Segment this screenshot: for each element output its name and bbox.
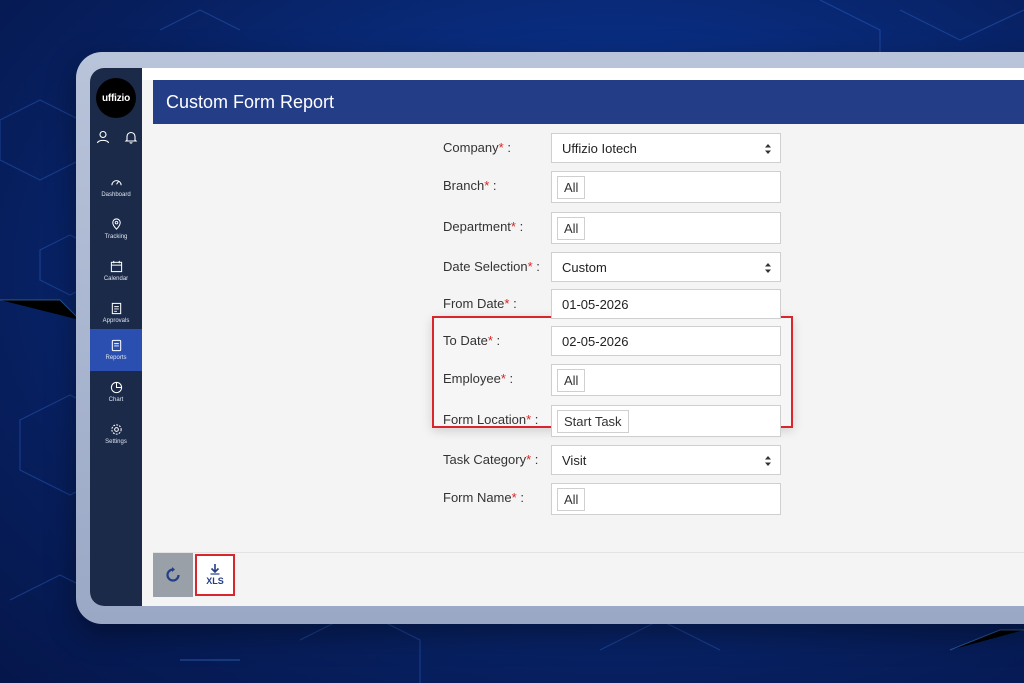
company-value: Uffizio Iotech	[562, 140, 637, 156]
sidebar-item-calendar[interactable]: Calendar	[90, 250, 142, 292]
form-location-multiselect[interactable]: Start Task	[551, 405, 781, 437]
dashboard-icon	[110, 180, 122, 186]
form-row-form-name: Form Name* : All	[153, 483, 1024, 515]
form-name-chip[interactable]: All	[557, 487, 586, 511]
department-label: Department* :	[443, 219, 524, 234]
xls-label: XLS	[206, 576, 224, 586]
reports-icon	[111, 339, 121, 352]
form-row-task-category: Task Category* : Visit	[153, 445, 1024, 475]
app-logo[interactable]: uffizio	[96, 78, 136, 118]
form-row-branch: Branch* : All	[153, 171, 1024, 203]
sidebar-top-icons	[96, 130, 138, 144]
sidebar-item-label: Settings	[105, 439, 127, 445]
sidebar-item-label: Reports	[105, 355, 127, 361]
report-footer: XLS	[153, 552, 1024, 606]
refresh-button[interactable]	[153, 553, 193, 597]
chart-icon	[110, 381, 122, 394]
date-selection-value: Custom	[562, 259, 607, 275]
page-title: Custom Form Report	[166, 91, 335, 112]
sidebar-item-settings[interactable]: Settings	[90, 413, 142, 455]
date-selection-select[interactable]: Custom	[551, 252, 781, 282]
task-category-value: Visit	[562, 452, 587, 468]
branch-multiselect[interactable]: All	[551, 171, 781, 203]
form-name-multiselect[interactable]: All	[551, 483, 781, 515]
settings-icon	[110, 424, 122, 435]
form-row-date-selection: Date Selection* : Custom	[153, 252, 1024, 282]
branch-chip[interactable]: All	[557, 175, 586, 199]
form-location-label: Form Location* :	[443, 412, 539, 427]
from-date-label: From Date* :	[443, 296, 517, 311]
sidebar-item-chart[interactable]: Chart	[90, 371, 142, 413]
sidebar-item-label: Approvals	[102, 318, 130, 324]
sidebar-item-label: Tracking	[104, 234, 128, 240]
department-chip[interactable]: All	[557, 216, 586, 240]
refresh-icon	[166, 567, 180, 582]
company-label: Company* :	[443, 140, 511, 155]
select-arrows-icon	[765, 263, 771, 273]
form-name-label: Form Name* :	[443, 490, 524, 505]
report-form: Company* : Uffizio Iotech Branch* : All …	[153, 124, 1024, 552]
branch-label: Branch* :	[443, 178, 497, 193]
page-title-bar: Custom Form Report	[153, 80, 1024, 124]
sidebar-item-reports[interactable]: Reports	[90, 329, 142, 371]
app-screen: uffizio Dashboard Tracking Calendar Appr…	[90, 68, 1024, 606]
sidebar-item-tracking[interactable]: Tracking	[90, 208, 142, 250]
sidebar-item-approvals[interactable]: Approvals	[90, 292, 142, 334]
form-row-company: Company* : Uffizio Iotech	[153, 133, 1024, 163]
tracking-icon	[111, 218, 121, 230]
calendar-icon	[110, 260, 122, 273]
company-select[interactable]: Uffizio Iotech	[551, 133, 781, 163]
download-icon	[210, 564, 220, 575]
form-row-to-date: To Date* : 02-05-2026	[153, 326, 1024, 356]
task-category-select[interactable]: Visit	[551, 445, 781, 475]
employee-chip[interactable]: All	[557, 368, 586, 392]
export-xls-button[interactable]: XLS	[195, 554, 235, 596]
form-row-from-date: From Date* : 01-05-2026	[153, 289, 1024, 319]
form-row-department: Department* : All	[153, 212, 1024, 244]
select-arrows-icon	[765, 144, 771, 154]
employee-multiselect[interactable]: All	[551, 364, 781, 396]
approvals-icon	[111, 302, 121, 315]
user-icon[interactable]	[96, 130, 110, 144]
from-date-input[interactable]: 01-05-2026	[551, 289, 781, 319]
main-content: Custom Form Report Company* : Uffizio Io…	[142, 68, 1024, 606]
employee-label: Employee* :	[443, 371, 514, 386]
sidebar-item-label: Calendar	[103, 276, 129, 282]
form-location-chip[interactable]: Start Task	[557, 409, 629, 433]
bell-icon[interactable]	[124, 130, 138, 144]
form-row-form-location: Form Location* : Start Task	[153, 405, 1024, 437]
sidebar: uffizio Dashboard Tracking Calendar Appr…	[90, 68, 142, 606]
date-selection-label: Date Selection* :	[443, 259, 540, 274]
to-date-label: To Date* :	[443, 333, 501, 348]
task-category-label: Task Category* :	[443, 452, 539, 467]
sidebar-item-label: Chart	[108, 397, 124, 403]
to-date-input[interactable]: 02-05-2026	[551, 326, 781, 356]
select-arrows-icon	[765, 456, 771, 466]
department-multiselect[interactable]: All	[551, 212, 781, 244]
sidebar-item-label: Dashboard	[101, 192, 131, 198]
form-row-employee: Employee* : All	[153, 364, 1024, 396]
sidebar-item-dashboard[interactable]: Dashboard	[90, 166, 142, 208]
top-strip	[142, 68, 1024, 80]
